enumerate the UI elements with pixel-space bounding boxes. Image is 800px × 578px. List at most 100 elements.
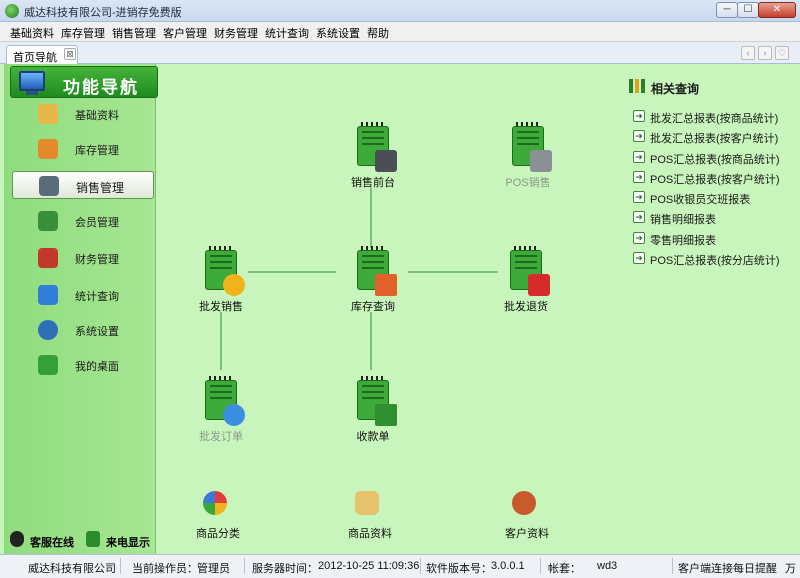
tab-favorite-icon[interactable]: ♡ — [775, 46, 789, 60]
settings-gears-icon — [38, 320, 58, 340]
related-item-label: 销售明细报表 — [650, 214, 716, 226]
pencil-icon — [38, 104, 58, 124]
bottom-link-product-categories[interactable]: 商品分类 — [196, 525, 240, 541]
tab-close-icon[interactable]: ⊠ — [64, 48, 76, 60]
node-label: 批发销售 — [199, 301, 243, 313]
node-pos-sales[interactable]: POS销售 — [490, 122, 570, 196]
sidebar-item-label: 财务管理 — [75, 254, 119, 266]
arrow-right-icon: ➜ — [633, 232, 645, 244]
buy-now-icon — [223, 404, 245, 426]
sidebar-item-label: 库存管理 — [75, 145, 119, 157]
cash-register-icon — [375, 150, 397, 172]
status-operator: 管理员 — [197, 563, 230, 575]
flow-connector — [370, 312, 372, 370]
related-item-label: POS收银员交班报表 — [650, 194, 751, 206]
daily-tip-button[interactable]: 每日提醒 — [733, 560, 777, 576]
tab-prev-icon[interactable]: ‹ — [741, 46, 755, 60]
qq-penguin-icon — [10, 531, 24, 547]
cart-icon — [38, 139, 58, 159]
product-info-icon[interactable] — [355, 491, 379, 515]
flow-connector — [370, 188, 372, 248]
status-version: 3.0.0.1 — [491, 560, 525, 572]
node-receipt[interactable]: 收款单 — [335, 376, 415, 450]
title-bar: 威达科技有限公司-进销存免费版 ─ ☐ ✕ — [0, 0, 800, 22]
node-label: 库存查询 — [351, 301, 395, 313]
arrow-right-icon: ➜ — [633, 211, 645, 223]
menu-bar: 基础资料 库存管理 销售管理 客户管理 财务管理 统计查询 系统设置 帮助 — [0, 22, 800, 42]
node-label: POS销售 — [505, 177, 551, 189]
status-overflow: 万 — [785, 563, 796, 575]
related-item-label: POS汇总报表(按分店统计) — [650, 255, 780, 267]
flow-connector — [408, 271, 498, 273]
node-label: 收款单 — [356, 431, 390, 443]
node-label: 批发订单 — [199, 431, 243, 443]
menu-statistics[interactable]: 统计查询 — [265, 25, 309, 41]
caller-id-link[interactable]: 来电显示 — [106, 534, 150, 550]
window-title: 威达科技有限公司-进销存免费版 — [24, 7, 182, 19]
app-logo-icon — [5, 4, 19, 18]
status-version-label: 软件版本号： — [426, 563, 492, 575]
menu-sales[interactable]: 销售管理 — [112, 25, 156, 41]
status-account-label: 帐套： — [548, 563, 581, 575]
sidebar-item-system-settings[interactable]: 系统设置 — [12, 316, 154, 344]
client-connect-button[interactable]: 客户端连接 — [678, 560, 733, 576]
related-item-label: POS汇总报表(按客户统计) — [650, 174, 780, 186]
status-separator — [420, 558, 421, 574]
sidebar-item-label: 我的桌面 — [75, 361, 119, 373]
tab-next-icon[interactable]: › — [758, 46, 772, 60]
yuan-icon — [375, 404, 397, 426]
arrow-right-icon: ➜ — [633, 110, 645, 122]
status-separator — [120, 558, 121, 574]
online-service-link[interactable]: 客服在线 — [30, 534, 74, 550]
members-icon — [38, 211, 58, 231]
node-pos-register[interactable]: 销售前台 — [335, 122, 415, 196]
sidebar-item-finance[interactable]: 财务管理 — [12, 244, 154, 272]
node-wholesale-sales[interactable]: 批发销售 — [183, 246, 263, 320]
sidebar-item-sales[interactable]: 销售管理 — [12, 171, 154, 199]
node-label: 销售前台 — [351, 177, 395, 189]
warehouse-search-icon — [375, 274, 397, 296]
status-operator-label: 当前操作员： — [132, 563, 198, 575]
sidebar-header: 功能导航 — [10, 66, 158, 98]
return-cart-icon — [528, 274, 550, 296]
status-separator — [540, 558, 541, 574]
status-server-time: 2012-10-25 11:09:36 — [318, 560, 420, 572]
node-stock-query[interactable]: 库存查询 — [335, 246, 415, 320]
sidebar-item-statistics[interactable]: 统计查询 — [12, 281, 154, 309]
monitor-icon — [19, 71, 45, 91]
pie-category-icon[interactable] — [203, 491, 227, 515]
cash-register-icon — [39, 176, 59, 196]
menu-help[interactable]: 帮助 — [367, 25, 389, 41]
menu-finance[interactable]: 财务管理 — [214, 25, 258, 41]
node-wholesale-return[interactable]: 批发退货 — [488, 246, 568, 320]
sidebar-item-my-desktop[interactable]: 我的桌面 — [12, 351, 154, 379]
arrow-right-icon: ➜ — [633, 151, 645, 163]
sidebar-item-basic-data[interactable]: 基础资料 — [12, 100, 154, 128]
menu-settings[interactable]: 系统设置 — [316, 25, 360, 41]
menu-basic-data[interactable]: 基础资料 — [10, 25, 54, 41]
status-account: wd3 — [597, 560, 618, 572]
close-button[interactable]: ✕ — [758, 2, 796, 18]
status-bar: 威达科技有限公司 当前操作员： 管理员 服务器时间： 2012-10-25 11… — [0, 554, 800, 578]
sidebar-item-members[interactable]: 会员管理 — [12, 207, 154, 235]
arrow-right-icon: ➜ — [633, 171, 645, 183]
sidebar-item-inventory[interactable]: 库存管理 — [12, 135, 154, 163]
tab-home-navigation[interactable]: 首页导航 ⊠ — [6, 45, 78, 64]
status-separator — [672, 558, 673, 574]
phone-icon — [86, 531, 100, 547]
menu-inventory[interactable]: 库存管理 — [61, 25, 105, 41]
sidebar-item-label: 系统设置 — [75, 326, 119, 338]
customer-info-icon[interactable] — [512, 491, 536, 515]
minimize-button[interactable]: ─ — [716, 2, 738, 18]
node-wholesale-order[interactable]: 批发订单 — [183, 376, 263, 450]
status-separator — [244, 558, 245, 574]
status-server-time-label: 服务器时间： — [252, 563, 318, 575]
arrow-right-icon: ➜ — [633, 191, 645, 203]
bottom-link-product-info[interactable]: 商品资料 — [348, 525, 392, 541]
maximize-button[interactable]: ☐ — [737, 2, 759, 18]
status-company: 威达科技有限公司 — [28, 563, 116, 575]
monitor-stand — [26, 91, 38, 95]
menu-customers[interactable]: 客户管理 — [163, 25, 207, 41]
bottom-link-customer-info[interactable]: 客户资料 — [505, 525, 549, 541]
sidebar-item-label: 统计查询 — [75, 291, 119, 303]
